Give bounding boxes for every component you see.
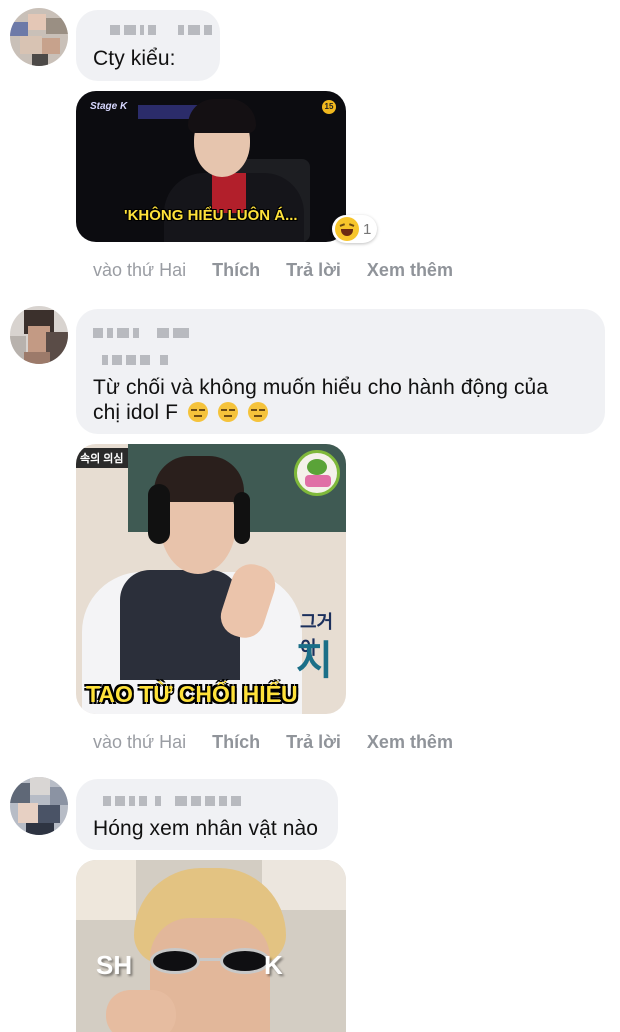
sticker-caption: TAO TỪ CHỐI HIỂU xyxy=(86,681,298,707)
person-hair xyxy=(188,99,256,133)
sticker-caption-left: SH xyxy=(96,950,133,980)
commenter-name-blurred[interactable] xyxy=(110,24,212,36)
person-hand xyxy=(106,990,176,1032)
sticker-korean-big: 지 xyxy=(296,638,333,684)
sticker-image[interactable]: 속의 의심 그거이 지 TAO TỪ CHỐI HIỂU xyxy=(76,444,346,714)
like-button[interactable]: Thích xyxy=(212,260,260,281)
background-window xyxy=(76,860,136,920)
more-button[interactable]: Xem thêm xyxy=(367,732,453,753)
sticker-logo: Stage K xyxy=(90,101,128,112)
headphone-right xyxy=(234,492,250,544)
sticker-badge: 15 xyxy=(322,100,336,114)
comment-text: Hóng xem nhân vật nào xyxy=(93,817,319,840)
comment-timestamp[interactable]: vào thứ Hai xyxy=(93,732,186,753)
commenter-name-blurred[interactable] xyxy=(93,327,189,339)
expressionless-emoji-icon xyxy=(217,402,238,422)
avatar[interactable] xyxy=(10,8,68,66)
sticker-corner-label: 속의 의심 xyxy=(76,448,128,468)
comment-bubble: Từ chối và không muốn hiểu cho hành động… xyxy=(76,309,605,434)
more-button[interactable]: Xem thêm xyxy=(367,260,453,281)
comment-text-line2: chị idol F xyxy=(93,400,268,426)
comment-actions: vào thứ Hai Thích Trả lời Xem thêm xyxy=(93,260,479,281)
headphone-icon xyxy=(148,484,170,544)
sticker-caption-right: K xyxy=(264,950,283,980)
like-button[interactable]: Thích xyxy=(212,732,260,753)
reply-button[interactable]: Trả lời xyxy=(286,732,341,753)
comment-text-line2-text: chị idol F xyxy=(93,401,179,424)
expressionless-emoji-icon xyxy=(187,402,208,422)
commenter-name-blurred-line2 xyxy=(102,354,168,366)
comment-text-line1: Từ chối và không muốn hiểu cho hành động… xyxy=(93,376,549,399)
frog-logo-icon xyxy=(294,450,340,496)
reaction-badge[interactable]: 1 xyxy=(332,215,378,243)
laughing-emoji-icon xyxy=(335,217,359,241)
sticker-image[interactable]: SH K xyxy=(76,860,346,1032)
comment-text: Cty kiểu: xyxy=(93,47,176,70)
reply-button[interactable]: Trả lời xyxy=(286,260,341,281)
avatar[interactable] xyxy=(10,306,68,364)
comment-actions: vào thứ Hai Thích Trả lời Xem thêm xyxy=(93,732,479,753)
comment-bubble: Cty kiểu: xyxy=(76,10,220,81)
sunglasses-icon xyxy=(142,948,278,976)
avatar[interactable] xyxy=(10,777,68,835)
sticker-caption: 'KHÔNG HIỂU LUÔN Á... xyxy=(124,207,298,224)
expressionless-emoji-icon xyxy=(247,402,268,422)
comment-bubble: Hóng xem nhân vật nào xyxy=(76,779,338,850)
sticker-image[interactable]: Stage K 15 'KHÔNG HIỂU LUÔN Á... xyxy=(76,91,346,242)
commenter-name-blurred[interactable] xyxy=(103,795,241,807)
reaction-count: 1 xyxy=(363,220,372,238)
comment-timestamp[interactable]: vào thứ Hai xyxy=(93,260,186,281)
